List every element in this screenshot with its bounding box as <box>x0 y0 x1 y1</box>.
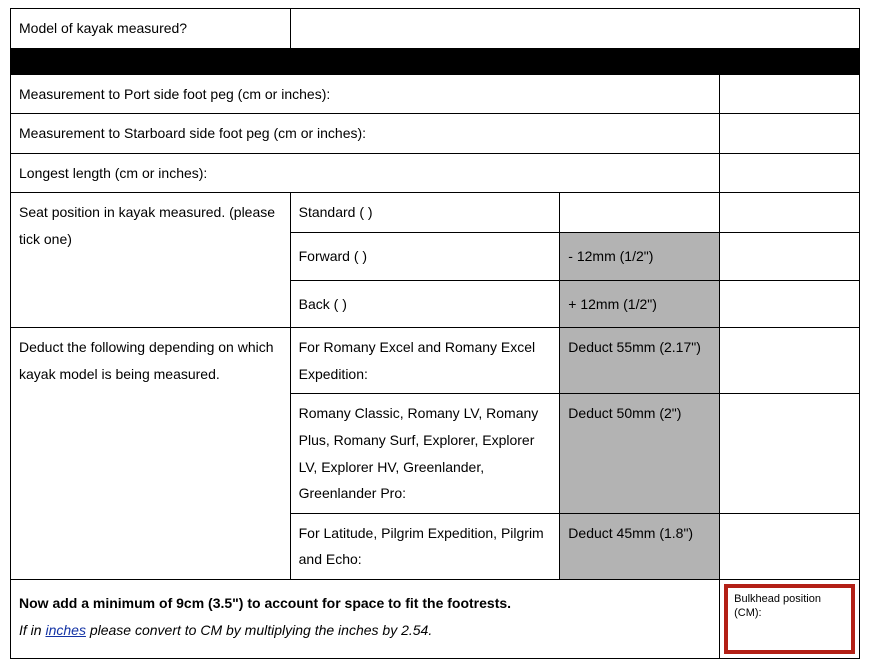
row-starboard: Measurement to Starboard side foot peg (… <box>11 114 860 154</box>
bulkhead-result-box[interactable]: Bulkhead position (CM): <box>724 584 855 654</box>
kayak-measurement-table: Model of kayak measured? Measurement to … <box>10 8 860 659</box>
black-banner <box>11 48 860 74</box>
deduct-group2-amount: Deduct 50mm (2") <box>560 394 720 513</box>
footrest-line1: Now add a minimum of 9cm (3.5") to accou… <box>19 595 511 611</box>
model-value-field[interactable] <box>290 9 859 49</box>
port-value-field[interactable] <box>720 74 860 114</box>
longest-value-field[interactable] <box>720 153 860 193</box>
seat-back-option[interactable]: Back ( ) <box>290 280 560 328</box>
seat-forward-value[interactable] <box>720 232 860 280</box>
seat-back-adjust: + 12mm (1/2") <box>560 280 720 328</box>
deduct-group1-amount: Deduct 55mm (2.17") <box>560 328 720 394</box>
seat-standard-adjust <box>560 193 720 233</box>
deduct-group1-value[interactable] <box>720 328 860 394</box>
deduct-label: Deduct the following depending on which … <box>11 328 291 580</box>
seat-standard-value[interactable] <box>720 193 860 233</box>
inches-word: inches <box>45 622 85 638</box>
footrest-line2: If in inches please convert to CM by mul… <box>19 622 432 638</box>
starboard-label: Measurement to Starboard side foot peg (… <box>11 114 720 154</box>
deduct-group3-value[interactable] <box>720 513 860 579</box>
seat-label: Seat position in kayak measured. (please… <box>11 193 291 328</box>
seat-standard-option[interactable]: Standard ( ) <box>290 193 560 233</box>
seat-forward-adjust: - 12mm (1/2") <box>560 232 720 280</box>
row-footrest: Now add a minimum of 9cm (3.5") to accou… <box>11 579 860 658</box>
starboard-value-field[interactable] <box>720 114 860 154</box>
longest-label: Longest length (cm or inches): <box>11 153 720 193</box>
row-deduct-group1: Deduct the following depending on which … <box>11 328 860 394</box>
deduct-group1-models: For Romany Excel and Romany Excel Expedi… <box>290 328 560 394</box>
model-label: Model of kayak measured? <box>11 9 291 49</box>
seat-forward-option[interactable]: Forward ( ) <box>290 232 560 280</box>
row-port: Measurement to Port side foot peg (cm or… <box>11 74 860 114</box>
row-longest: Longest length (cm or inches): <box>11 153 860 193</box>
seat-back-value[interactable] <box>720 280 860 328</box>
deduct-group2-value[interactable] <box>720 394 860 513</box>
deduct-group2-models: Romany Classic, Romany LV, Romany Plus, … <box>290 394 560 513</box>
deduct-group3-amount: Deduct 45mm (1.8") <box>560 513 720 579</box>
deduct-group3-models: For Latitude, Pilgrim Expedition, Pilgri… <box>290 513 560 579</box>
port-label: Measurement to Port side foot peg (cm or… <box>11 74 720 114</box>
row-model-question: Model of kayak measured? <box>11 9 860 49</box>
row-seat-standard: Seat position in kayak measured. (please… <box>11 193 860 233</box>
bulkhead-result-label: Bulkhead position (CM): <box>734 593 821 619</box>
